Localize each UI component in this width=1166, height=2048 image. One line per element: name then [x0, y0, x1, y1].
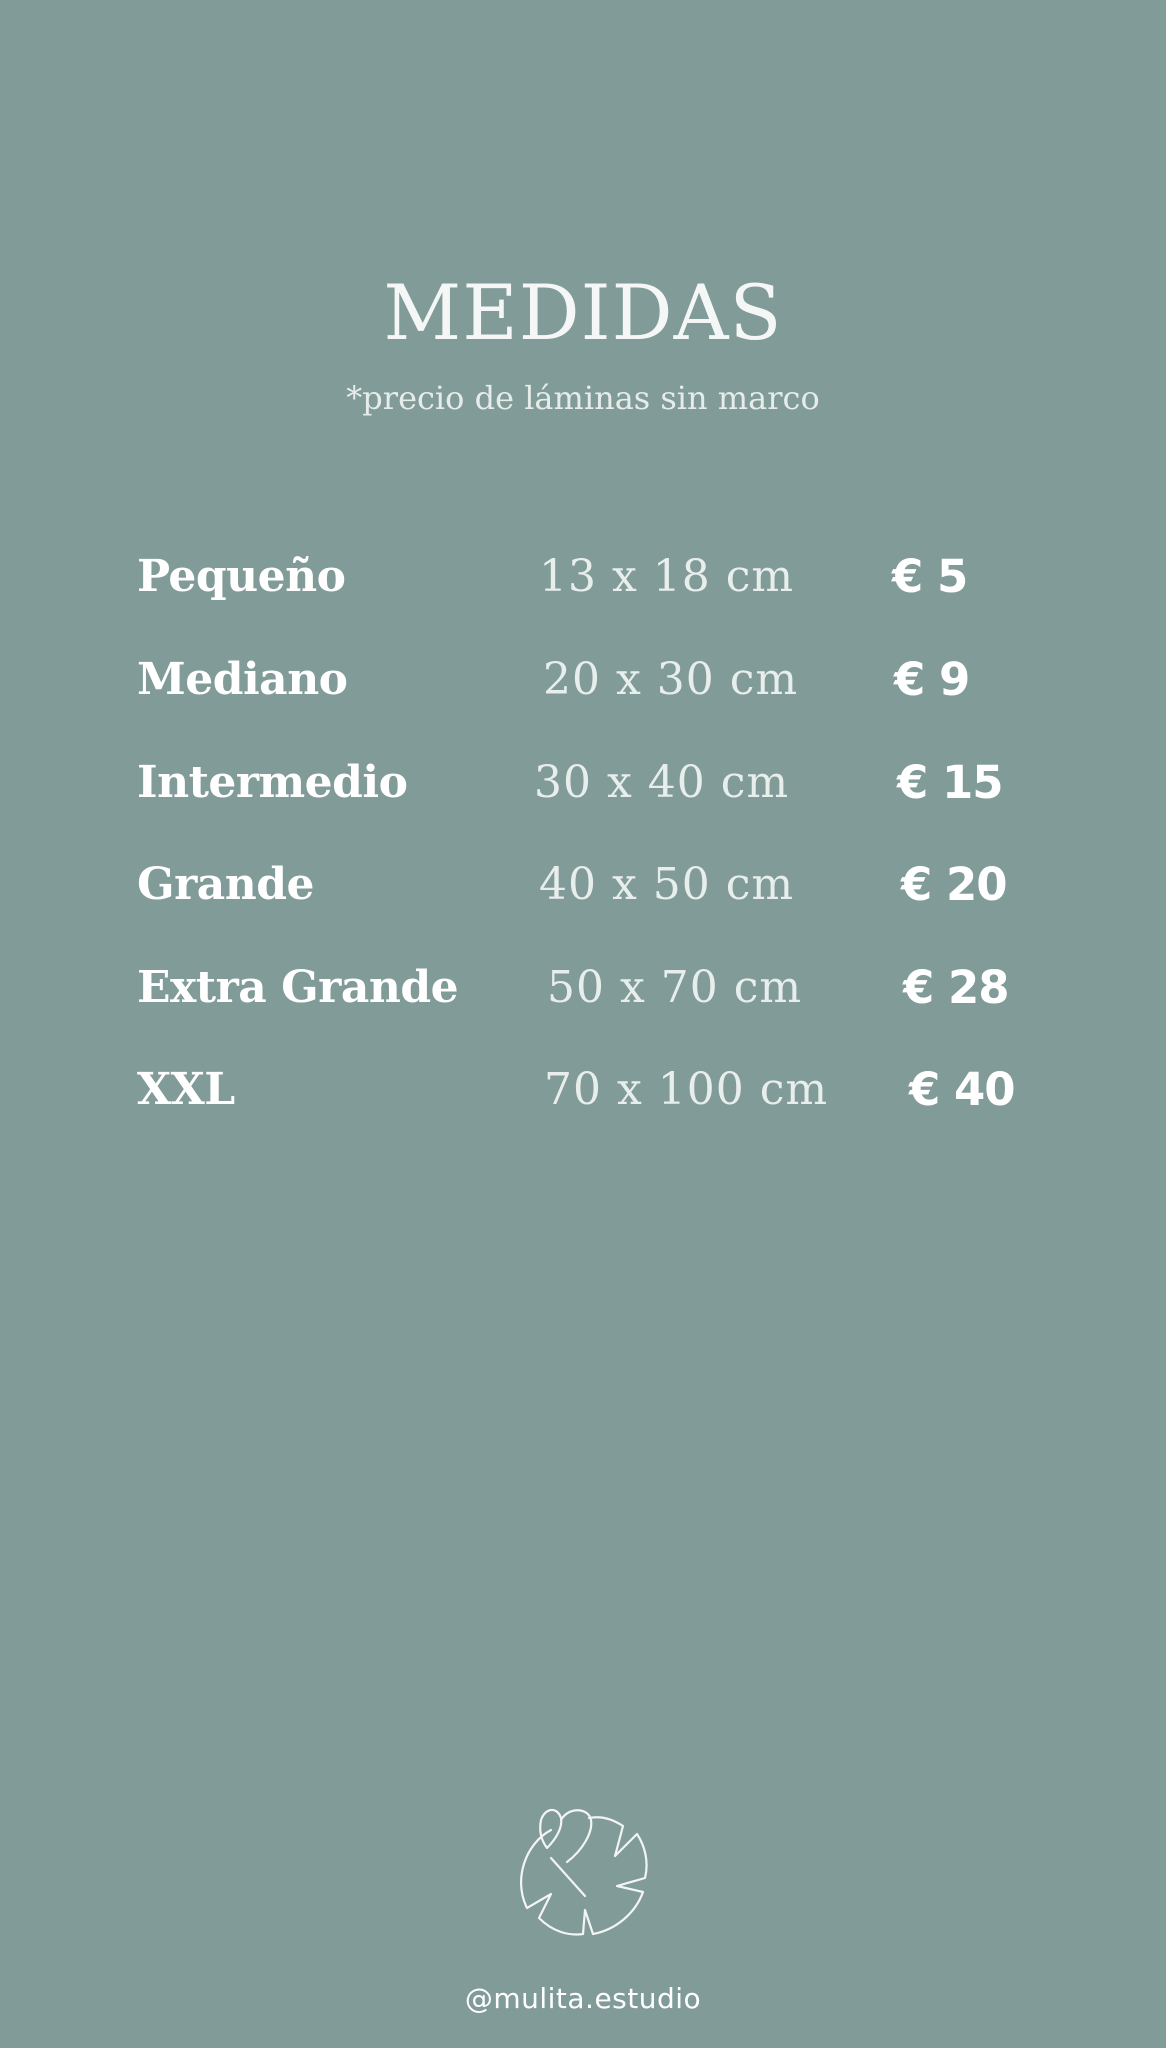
size-price: € 5 [892, 550, 968, 603]
list-item: Extra Grande 50 x 70 cm € 28 [0, 953, 1166, 1023]
size-name: Pequeño [137, 551, 346, 602]
size-price: € 40 [909, 1063, 1016, 1116]
instagram-handle: @mulita.estudio [464, 1982, 702, 2015]
size-name: Grande [137, 859, 315, 910]
monstera-leaf-icon [519, 1808, 648, 1936]
size-price: € 9 [894, 653, 970, 706]
size-dimensions: 40 x 50 cm [539, 859, 795, 910]
list-item: XXL 70 x 100 cm € 40 [0, 1055, 1166, 1125]
size-dimensions: 70 x 100 cm [544, 1064, 829, 1115]
size-name: Extra Grande [137, 962, 459, 1013]
size-dimensions: 20 x 30 cm [543, 654, 799, 705]
list-item: Intermedio 30 x 40 cm € 15 [0, 748, 1166, 818]
size-price: € 28 [903, 961, 1010, 1014]
size-dimensions: 13 x 18 cm [539, 551, 795, 602]
size-name: XXL [137, 1064, 235, 1115]
page-subtitle: *precio de láminas sin marco [346, 379, 820, 417]
list-item: Mediano 20 x 30 cm € 9 [0, 645, 1166, 715]
list-item: Grande 40 x 50 cm € 20 [0, 850, 1166, 920]
size-price: € 20 [901, 858, 1008, 911]
size-name: Intermedio [137, 757, 408, 808]
size-price: € 15 [897, 756, 1004, 809]
size-dimensions: 30 x 40 cm [534, 757, 790, 808]
list-item: Pequeño 13 x 18 cm € 5 [0, 542, 1166, 612]
size-name: Mediano [137, 654, 348, 705]
page-title: MEDIDAS [383, 268, 783, 357]
size-dimensions: 50 x 70 cm [547, 962, 803, 1013]
